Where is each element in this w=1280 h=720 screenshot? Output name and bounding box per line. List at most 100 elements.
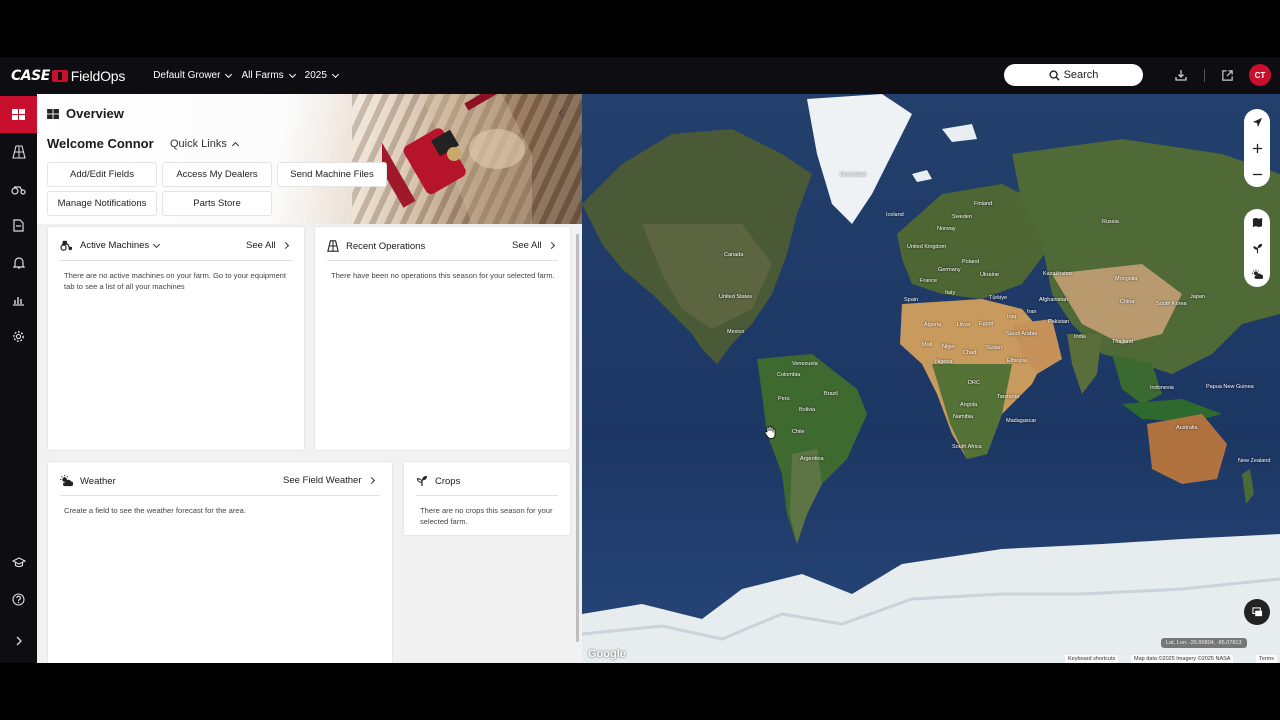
map-label: Colombia (777, 372, 801, 378)
see-all-label: See All (246, 240, 276, 251)
terms-link[interactable]: Terms (1256, 655, 1277, 663)
chevron-down-icon (331, 70, 339, 78)
search-icon (1048, 69, 1060, 81)
map-label: India (1074, 334, 1086, 340)
chevron-down-icon (288, 70, 296, 78)
map-label: France (920, 278, 938, 284)
quick-links-toggle[interactable]: Quick Links (170, 138, 239, 150)
harvester-image (382, 94, 532, 224)
header-divider (1204, 69, 1205, 82)
map-label: New Zealand (1238, 458, 1271, 464)
page-title: Overview (66, 106, 124, 121)
keyboard-shortcuts-link[interactable]: Keyboard shortcuts (1065, 655, 1119, 663)
operations-icon[interactable] (0, 207, 37, 244)
notifications-icon[interactable] (0, 244, 37, 281)
map-data-attribution: Map data ©2025 Imagery ©2025 NASA (1131, 655, 1234, 663)
chevron-down-icon (225, 70, 233, 78)
map-label: Angola (960, 402, 978, 408)
fields-icon[interactable] (0, 133, 37, 170)
map-label: Iran (1027, 309, 1037, 315)
learning-icon[interactable] (0, 544, 37, 581)
map-label: Algeria (924, 322, 942, 328)
chat-button[interactable] (1244, 599, 1270, 625)
weather-header: Weather (60, 475, 116, 487)
access-dealers-button[interactable]: Access My Dealers (163, 163, 271, 186)
overview-icon[interactable] (0, 96, 37, 133)
overview-icon (47, 108, 59, 119)
map-layers-icon[interactable] (1244, 209, 1270, 235)
active-machines-header[interactable]: Active Machines (60, 240, 161, 251)
reports-icon[interactable] (0, 281, 37, 318)
chevron-left-icon (558, 108, 568, 118)
farms-label: All Farms (241, 70, 284, 81)
add-edit-fields-button[interactable]: Add/Edit Fields (48, 163, 156, 186)
map-label: Tanzania (997, 394, 1020, 400)
chevron-up-icon (231, 141, 239, 150)
parts-store-button[interactable]: Parts Store (163, 192, 271, 215)
satellite-map[interactable]: Greenland Iceland Canada United States M… (582, 94, 1280, 663)
manage-notifications-button[interactable]: Manage Notifications (48, 192, 156, 215)
map-label: Afghanistan (1039, 297, 1069, 303)
equipment-icon[interactable] (0, 170, 37, 207)
locate-icon[interactable] (1244, 109, 1270, 135)
crops-icon (416, 475, 428, 487)
map-label: Spain (904, 297, 919, 303)
download-icon[interactable] (1172, 66, 1190, 84)
map-label: Japan (1190, 294, 1205, 300)
help-icon[interactable] (0, 581, 37, 618)
map-label: Mongolia (1115, 276, 1138, 282)
map-label: Poland (962, 259, 980, 265)
chevron-right-icon (367, 476, 375, 485)
map-label: Iceland (886, 212, 904, 218)
map-label: Peru (778, 396, 790, 402)
send-machine-files-button[interactable]: Send Machine Files (278, 163, 386, 186)
active-machines-see-all-link[interactable]: See All (246, 240, 289, 251)
settings-icon[interactable] (0, 318, 37, 355)
zoom-in-button[interactable] (1244, 135, 1270, 161)
crops-card: Crops There are no crops this season for… (404, 462, 570, 535)
map-label: Thailand (1112, 339, 1134, 345)
see-field-weather-link[interactable]: See Field Weather (283, 475, 375, 486)
map-label: Libya (957, 322, 971, 328)
app-window: CASE FieldOps Default Grower All Farms 2… (0, 57, 1280, 663)
map-label: Egypt (979, 321, 994, 327)
farms-dropdown[interactable]: All Farms (241, 70, 296, 81)
card-divider (60, 260, 292, 261)
weather-layer-icon[interactable] (1244, 261, 1270, 287)
recent-operations-title: Recent Operations (346, 240, 426, 252)
panel-scrollbar[interactable] (576, 234, 579, 642)
case-fieldops-logo[interactable]: CASE FieldOps (11, 68, 125, 84)
map-label: DRC (968, 380, 980, 386)
map-label: Germany (938, 267, 961, 273)
map-label: Ukraine (980, 272, 999, 278)
search-button[interactable]: Search (1004, 64, 1143, 86)
quick-links-label: Quick Links (170, 138, 227, 150)
recent-operations-see-all-link[interactable]: See All (512, 240, 555, 251)
zoom-out-button[interactable] (1244, 161, 1270, 187)
tractor-icon (60, 240, 72, 251)
grower-dropdown[interactable]: Default Grower (153, 70, 233, 81)
grower-label: Default Grower (153, 70, 221, 81)
map-label: Brazil (824, 391, 838, 397)
map-label: Papua New Guinea (1206, 384, 1254, 390)
lat-lon-readout: Lat, Lon: -25.95804, -85.07813 (1161, 638, 1247, 648)
external-link-icon[interactable] (1218, 66, 1236, 84)
map-label: Ethiopia (1007, 358, 1027, 364)
map-label: Bolivia (799, 407, 816, 413)
user-avatar[interactable]: CT (1249, 64, 1271, 86)
map-label: Sweden (952, 214, 972, 220)
map-label: Iraq (1007, 314, 1017, 320)
map-layer-controls (1244, 209, 1270, 287)
expand-icon[interactable] (0, 622, 37, 659)
google-logo: Google (588, 648, 626, 660)
collapse-panel-button[interactable] (557, 106, 569, 120)
map-nav-controls (1244, 109, 1270, 187)
card-divider (416, 495, 558, 496)
operations-icon (327, 240, 339, 252)
map-label: Pakistan (1048, 319, 1070, 325)
crop-layer-icon[interactable] (1244, 235, 1270, 261)
weather-icon (60, 475, 73, 487)
map-label: Namibia (953, 414, 974, 420)
search-label: Search (1063, 69, 1099, 81)
year-dropdown[interactable]: 2025 (305, 70, 339, 81)
